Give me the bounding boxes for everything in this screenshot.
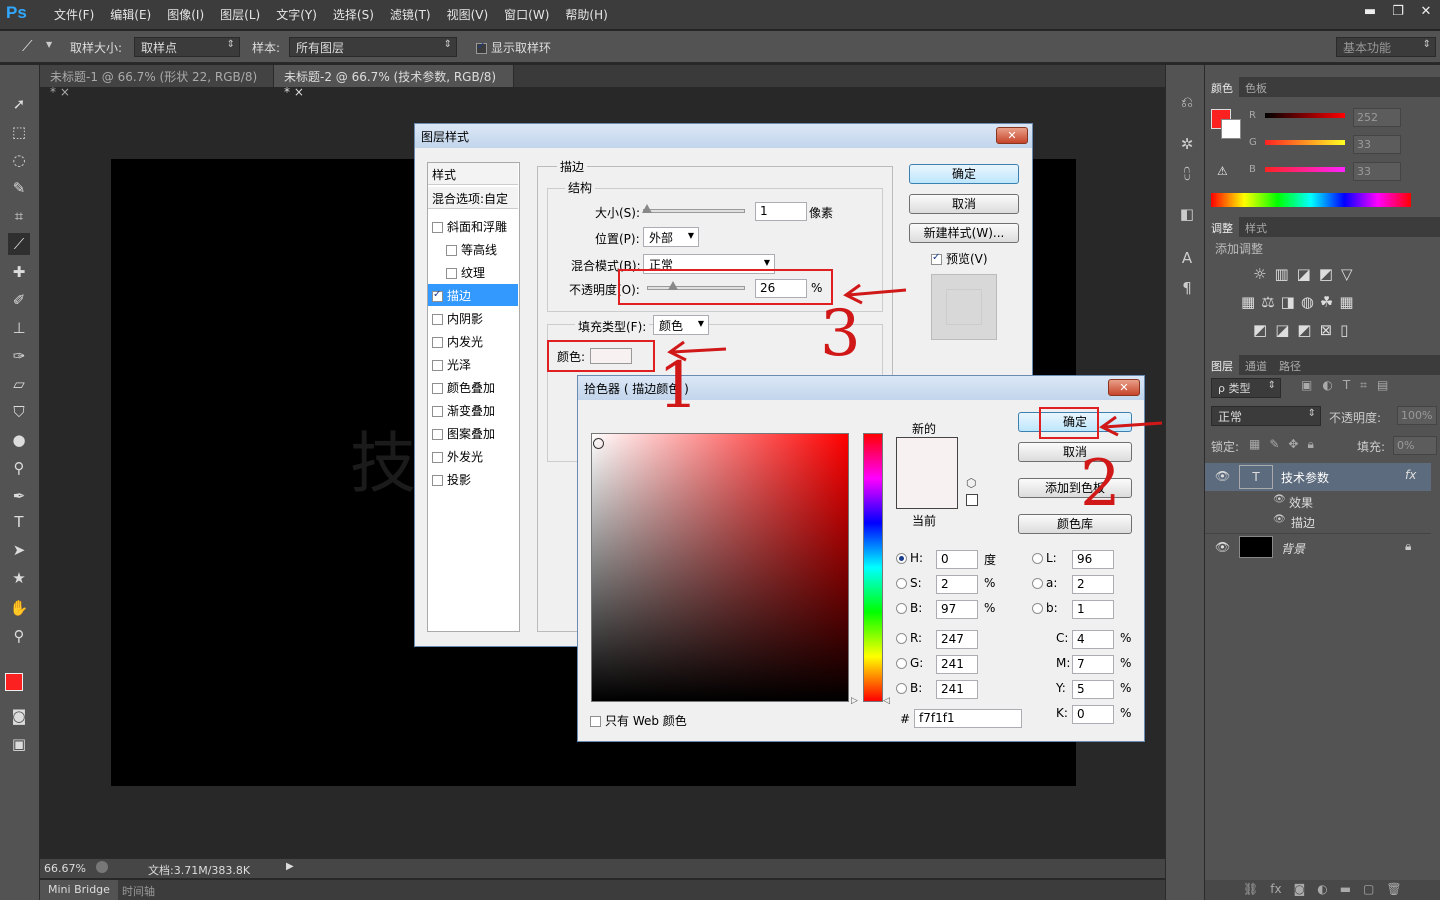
annotation-arrow-2 (1099, 415, 1163, 437)
annotation-arrows (667, 283, 1163, 437)
annotation-number-3: 3 (820, 297, 861, 371)
annotation-number-2: 2 (1080, 447, 1121, 521)
annotation-number-1: 1 (658, 349, 699, 423)
